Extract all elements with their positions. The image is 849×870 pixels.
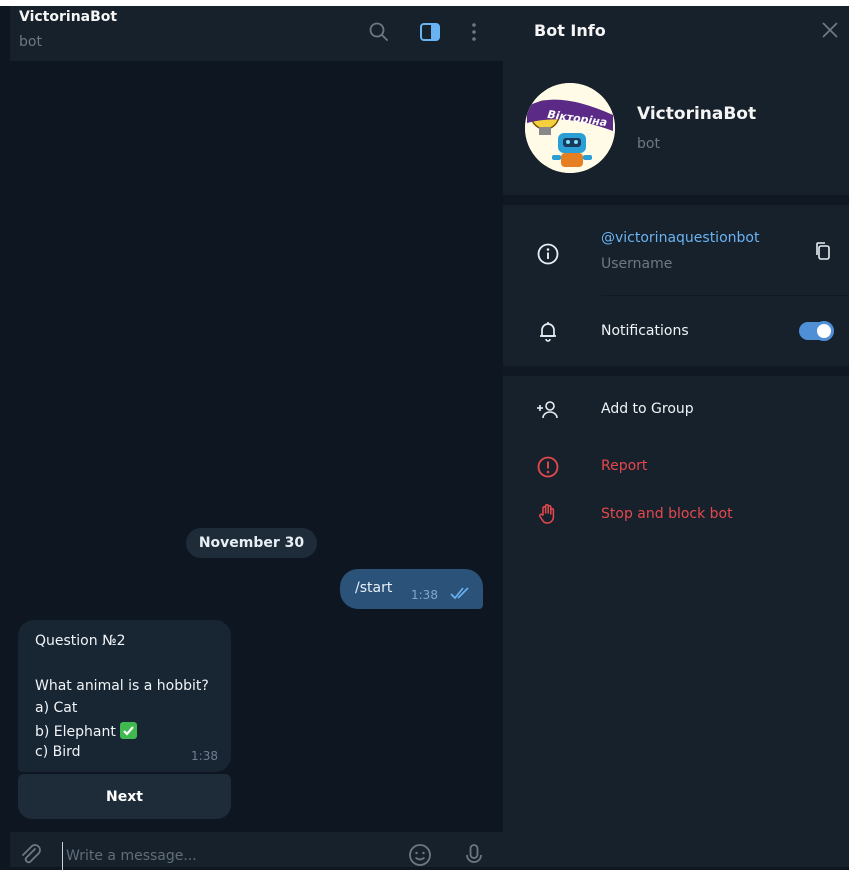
attach-icon[interactable] [18, 842, 44, 868]
chat-pane: VictorinaBot bot November 30 /start 1:38… [10, 6, 503, 870]
message-line: What animal is a hobbit? [35, 678, 209, 694]
message-line: a) Cat [35, 700, 78, 716]
date-separator: November 30 [186, 528, 317, 558]
chat-header[interactable]: VictorinaBot bot [10, 6, 503, 61]
chat-subtitle: bot [19, 34, 42, 50]
emoji-icon[interactable] [407, 842, 433, 868]
sidebar-toggle-icon[interactable] [418, 20, 442, 44]
microphone-icon[interactable] [461, 842, 487, 868]
notifications-label: Notifications [601, 323, 689, 339]
report-icon [537, 456, 559, 478]
robot-bulb-logo-icon: Вікторіна [525, 83, 615, 173]
panel-title: Bot Info [534, 21, 606, 40]
username-link[interactable]: @victorinaquestionbot [601, 230, 759, 246]
inline-keyboard-next-button[interactable]: Next [18, 774, 231, 819]
stop-and-block-button[interactable]: Stop and block bot [601, 506, 733, 522]
outgoing-message[interactable]: /start 1:38 [340, 569, 483, 609]
info-icon [537, 243, 559, 265]
message-composer [10, 832, 503, 870]
close-icon[interactable] [821, 21, 839, 39]
message-line: c) Bird [35, 744, 81, 760]
bot-avatar[interactable]: Вікторіна [525, 83, 615, 173]
message-line: Question №2 [35, 633, 126, 649]
row-separator [601, 295, 849, 296]
message-text: /start [355, 580, 393, 596]
message-time: 1:38 [411, 588, 438, 602]
check-mark-emoji-icon [119, 722, 137, 739]
section-divider [503, 366, 849, 376]
section-divider [503, 195, 849, 205]
username-label: Username [601, 256, 673, 272]
message-line-with-emoji: b) Elephant [35, 722, 137, 740]
notifications-toggle[interactable] [799, 321, 834, 341]
message-time: 1:38 [191, 749, 218, 763]
toggle-knob [814, 321, 834, 341]
bot-name: VictorinaBot [637, 104, 757, 124]
search-icon[interactable] [367, 20, 391, 44]
double-check-icon [450, 587, 469, 600]
copy-icon[interactable] [813, 241, 833, 261]
incoming-message[interactable]: Question №2 What animal is a hobbit? a) … [18, 620, 231, 772]
message-input[interactable] [62, 842, 388, 870]
chat-title[interactable]: VictorinaBot [19, 9, 117, 25]
message-line: b) Elephant [35, 724, 116, 740]
add-user-icon [537, 401, 558, 419]
bot-type: bot [637, 136, 660, 152]
more-icon[interactable] [462, 20, 486, 44]
report-button[interactable]: Report [601, 458, 647, 474]
bell-icon [540, 322, 556, 342]
add-to-group-button[interactable]: Add to Group [601, 401, 694, 417]
stop-hand-icon [539, 504, 555, 524]
bot-info-panel: Bot Info Вікторіна VictorinaBot bot @vic… [503, 6, 849, 867]
